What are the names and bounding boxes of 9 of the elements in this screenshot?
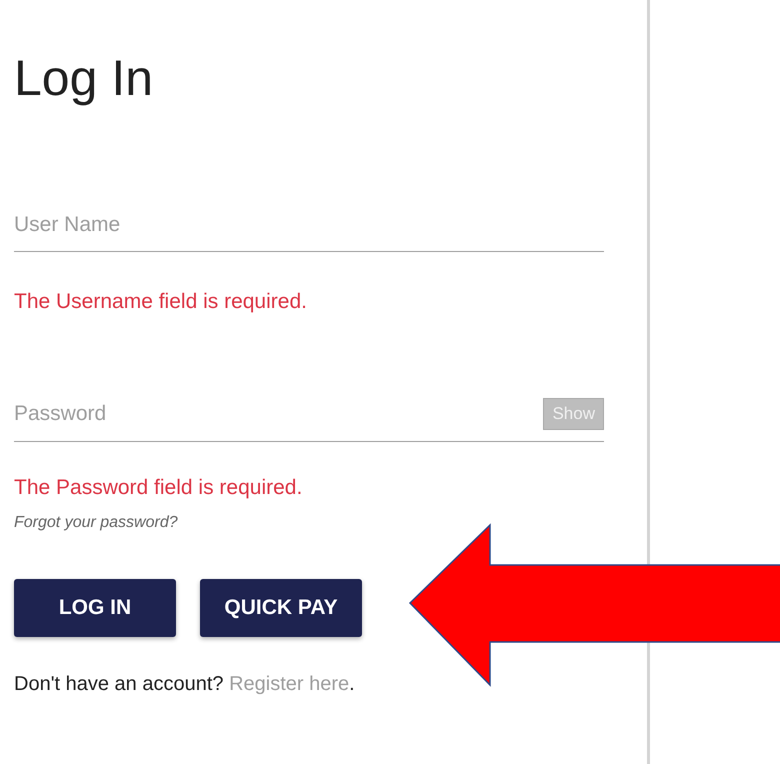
- error-message: The Password field is required.: [14, 474, 304, 500]
- forgot-password-link[interactable]: Forgot your password?: [14, 511, 178, 535]
- quick-pay-button[interactable]: QUICK PAY: [200, 579, 362, 637]
- login-button[interactable]: LOG IN: [14, 579, 176, 637]
- page-title: Log In: [14, 49, 154, 108]
- error-message: The Username field is required.: [14, 289, 308, 315]
- username-field[interactable]: User Name: [14, 208, 604, 240]
- register-prompt: Don't have an account? Register here.: [14, 672, 356, 697]
- password-field[interactable]: Password: [14, 398, 536, 430]
